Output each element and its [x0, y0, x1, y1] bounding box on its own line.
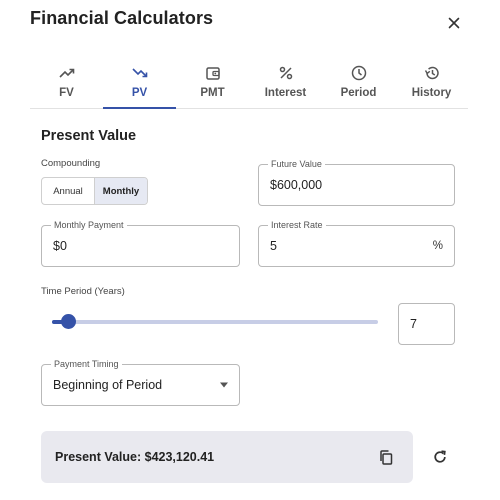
trending-down-icon: [131, 64, 149, 82]
section-title: Present Value: [41, 128, 137, 144]
percent-icon: [277, 64, 295, 82]
refresh-button[interactable]: [430, 447, 450, 467]
slider-thumb[interactable]: [61, 314, 77, 329]
tab-pv[interactable]: PV: [103, 55, 176, 109]
copy-button[interactable]: [376, 447, 396, 467]
time-period-input[interactable]: 7: [410, 317, 417, 331]
compounding-option-monthly[interactable]: Monthly: [95, 178, 147, 204]
interest-rate-label: Interest Rate: [268, 219, 326, 231]
trending-up-icon: [58, 64, 76, 82]
tab-label: Period: [340, 87, 377, 99]
payment-timing-value: Beginning of Period: [53, 378, 163, 392]
future-value-label: Future Value: [268, 158, 325, 170]
interest-rate-input[interactable]: 5: [270, 239, 277, 253]
close-button[interactable]: [444, 13, 464, 33]
chevron-down-icon: [220, 382, 228, 388]
tab-pmt[interactable]: PMT: [176, 55, 249, 108]
tab-label: FV: [59, 87, 74, 99]
future-value-input[interactable]: $600,000: [270, 178, 322, 192]
payment-timing-label: Payment Timing: [51, 358, 122, 370]
tab-interest[interactable]: Interest: [249, 55, 322, 108]
close-icon: [448, 17, 460, 29]
history-icon: [423, 64, 441, 82]
interest-rate-field[interactable]: Interest Rate 5 %: [258, 219, 455, 267]
tab-label: Interest: [264, 87, 307, 99]
dialog-title: Financial Calculators: [30, 8, 214, 28]
monthly-payment-label: Monthly Payment: [51, 219, 127, 231]
time-period-label: Time Period (Years): [41, 286, 125, 297]
percent-suffix: %: [432, 240, 443, 252]
monthly-payment-field[interactable]: Monthly Payment $0: [41, 219, 240, 267]
tab-label: PMT: [200, 87, 225, 99]
time-period-slider[interactable]: [52, 314, 378, 329]
compounding-option-annual[interactable]: Annual: [42, 178, 95, 204]
clock-icon: [350, 64, 368, 82]
payment-timing-select[interactable]: Payment Timing Beginning of Period: [41, 358, 240, 406]
result-panel: Present Value: $423,120.41: [41, 431, 413, 483]
monthly-payment-input[interactable]: $0: [53, 239, 67, 253]
tab-fv[interactable]: FV: [30, 55, 103, 108]
future-value-field[interactable]: Future Value $600,000: [258, 158, 455, 206]
copy-icon: [380, 449, 393, 465]
calculator-tabs: FV PV PMT Interest Period History: [30, 55, 468, 109]
tab-period[interactable]: Period: [322, 55, 395, 108]
tab-label: PV: [131, 87, 148, 99]
refresh-icon: [434, 450, 446, 463]
tab-label: History: [411, 87, 452, 99]
time-period-field[interactable]: 7: [398, 303, 455, 345]
wallet-icon: [204, 64, 222, 82]
tab-history[interactable]: History: [395, 55, 468, 108]
compounding-label: Compounding: [41, 158, 101, 169]
compounding-toggle: Annual Monthly: [41, 177, 148, 205]
present-value-result: Present Value: $423,120.41: [55, 450, 215, 464]
